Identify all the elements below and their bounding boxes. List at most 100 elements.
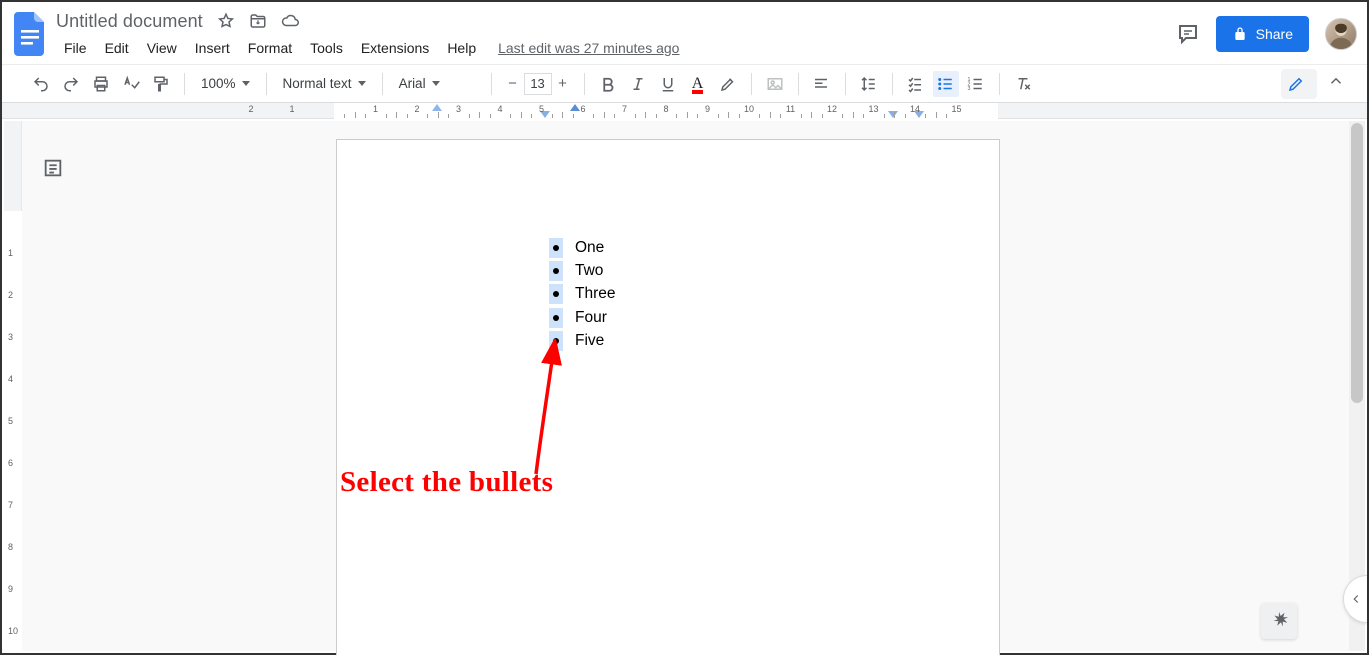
italic-button[interactable] bbox=[625, 71, 651, 97]
ruler-number: 8 bbox=[8, 542, 13, 552]
share-button-label: Share bbox=[1256, 26, 1293, 42]
bullet-icon bbox=[553, 245, 559, 251]
ruler-number: 2 bbox=[8, 290, 13, 300]
font-family-dropdown[interactable]: Arial bbox=[393, 71, 481, 97]
paragraph-style-dropdown[interactable]: Normal text bbox=[277, 71, 372, 97]
font-size-increase[interactable]: + bbox=[552, 73, 574, 95]
paint-format-button[interactable] bbox=[148, 71, 174, 97]
text-color-button[interactable]: A bbox=[685, 71, 711, 97]
menu-extensions[interactable]: Extensions bbox=[353, 36, 437, 60]
scrollbar-thumb[interactable] bbox=[1351, 123, 1363, 403]
list-item[interactable]: Four bbox=[549, 306, 616, 329]
menu-file[interactable]: File bbox=[56, 36, 95, 60]
font-family-value: Arial bbox=[399, 76, 426, 91]
ruler-number: 10 bbox=[744, 104, 754, 114]
toolbar-separator bbox=[999, 73, 1000, 95]
bullet-icon bbox=[553, 315, 559, 321]
vertical-ruler[interactable]: 123456789101112 bbox=[4, 121, 22, 651]
clear-formatting-button[interactable] bbox=[1010, 71, 1036, 97]
checklist-dropdown[interactable] bbox=[903, 71, 929, 97]
ruler-number: 10 bbox=[8, 626, 18, 636]
bullet-selected[interactable] bbox=[549, 308, 563, 328]
comment-history-icon[interactable] bbox=[1176, 22, 1200, 46]
menu-bar: File Edit View Insert Format Tools Exten… bbox=[56, 34, 679, 62]
document-page[interactable]: One Two Three Four Five bbox=[336, 139, 1000, 655]
zoom-dropdown[interactable]: 100% bbox=[195, 71, 256, 97]
menu-view[interactable]: View bbox=[139, 36, 185, 60]
bulleted-list[interactable]: One Two Three Four Five bbox=[549, 236, 616, 353]
horizontal-ruler[interactable]: 2 1 123456789101112131415 bbox=[2, 103, 1367, 119]
redo-button[interactable] bbox=[58, 71, 84, 97]
document-title[interactable]: Untitled document bbox=[56, 11, 203, 32]
ruler-number: 12 bbox=[827, 104, 837, 114]
highlight-color-button[interactable] bbox=[715, 71, 741, 97]
bullet-selected[interactable] bbox=[549, 238, 563, 258]
numbered-list-dropdown[interactable]: 123 bbox=[963, 71, 989, 97]
list-item[interactable]: One bbox=[549, 236, 616, 259]
bulleted-list-dropdown[interactable] bbox=[933, 71, 959, 97]
ruler-number: 1 bbox=[289, 104, 294, 114]
move-icon[interactable] bbox=[249, 12, 267, 30]
toolbar-separator bbox=[266, 73, 267, 95]
bullet-selected[interactable] bbox=[549, 331, 563, 351]
chevron-down-icon bbox=[242, 81, 250, 86]
toolbar-separator bbox=[382, 73, 383, 95]
document-outline-button[interactable] bbox=[38, 153, 68, 183]
docs-logo[interactable] bbox=[10, 8, 50, 60]
ruler-number: 1 bbox=[8, 248, 13, 258]
font-size-value: 13 bbox=[530, 76, 544, 91]
cloud-status-icon[interactable] bbox=[281, 12, 299, 30]
bullet-selected[interactable] bbox=[549, 284, 563, 304]
ruler-number: 15 bbox=[951, 104, 961, 114]
bold-button[interactable] bbox=[595, 71, 621, 97]
list-item-text[interactable]: Four bbox=[575, 309, 607, 327]
ruler-number: 7 bbox=[8, 500, 13, 510]
list-item-text[interactable]: Two bbox=[575, 262, 603, 280]
list-item-text[interactable]: Three bbox=[575, 285, 616, 303]
list-item[interactable]: Five bbox=[549, 330, 616, 353]
ruler-number: 5 bbox=[8, 416, 13, 426]
font-size-input[interactable]: 13 bbox=[524, 73, 552, 95]
vertical-scrollbar[interactable] bbox=[1349, 121, 1365, 651]
list-item[interactable]: Three bbox=[549, 283, 616, 306]
spellcheck-button[interactable] bbox=[118, 71, 144, 97]
list-item[interactable]: Two bbox=[549, 259, 616, 282]
star-icon[interactable] bbox=[217, 12, 235, 30]
explore-button[interactable] bbox=[1261, 603, 1297, 639]
line-spacing-dropdown[interactable] bbox=[856, 71, 882, 97]
underline-button[interactable] bbox=[655, 71, 681, 97]
hide-menus-button[interactable] bbox=[1323, 68, 1349, 99]
insert-image-button[interactable] bbox=[762, 71, 788, 97]
last-edit-link[interactable]: Last edit was 27 minutes ago bbox=[498, 40, 679, 56]
menu-help[interactable]: Help bbox=[439, 36, 484, 60]
ruler-number: 5 bbox=[539, 104, 544, 114]
toolbar-separator bbox=[584, 73, 585, 95]
menu-insert[interactable]: Insert bbox=[187, 36, 238, 60]
font-size-decrease[interactable]: − bbox=[502, 73, 524, 95]
print-button[interactable] bbox=[88, 71, 114, 97]
toolbar-separator bbox=[751, 73, 752, 95]
paragraph-style-value: Normal text bbox=[283, 76, 352, 91]
chevron-down-icon bbox=[432, 81, 440, 86]
ruler-number: 11 bbox=[786, 104, 795, 114]
menu-edit[interactable]: Edit bbox=[97, 36, 137, 60]
list-item-text[interactable]: One bbox=[575, 239, 604, 257]
editing-mode-dropdown[interactable] bbox=[1281, 69, 1317, 99]
ruler-number: 3 bbox=[456, 104, 461, 114]
undo-button[interactable] bbox=[28, 71, 54, 97]
formatting-toolbar: 100% Normal text Arial − 13 + A 123 bbox=[2, 64, 1367, 103]
menu-tools[interactable]: Tools bbox=[302, 36, 351, 60]
menu-format[interactable]: Format bbox=[240, 36, 300, 60]
align-dropdown[interactable] bbox=[809, 71, 835, 97]
share-button[interactable]: Share bbox=[1216, 16, 1309, 52]
list-item-text[interactable]: Five bbox=[575, 332, 604, 350]
ruler-number: 8 bbox=[663, 104, 668, 114]
editor-workspace: 123456789101112 One Two Three Four Five … bbox=[4, 121, 1365, 651]
app-header: Untitled document File Edit View Insert … bbox=[2, 2, 1367, 64]
ruler-number: 9 bbox=[705, 104, 710, 114]
ruler-number: 3 bbox=[8, 332, 13, 342]
account-avatar[interactable] bbox=[1325, 18, 1357, 50]
ruler-number: 7 bbox=[622, 104, 627, 114]
bullet-selected[interactable] bbox=[549, 261, 563, 281]
toolbar-separator bbox=[892, 73, 893, 95]
